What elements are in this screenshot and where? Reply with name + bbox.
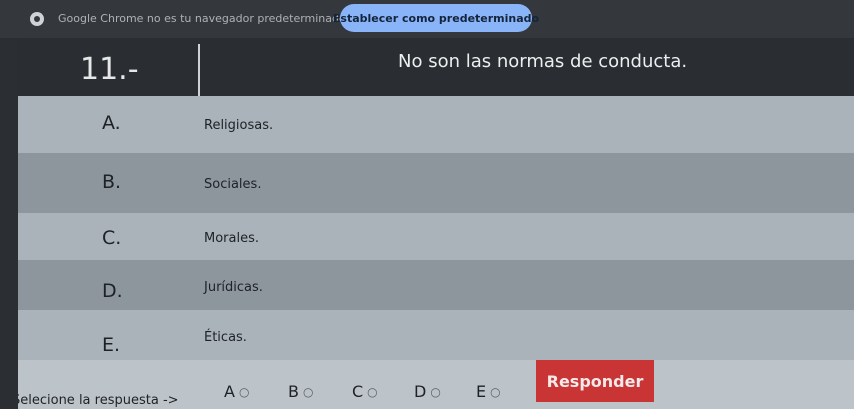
choice-d-radio[interactable]: D ○ — [414, 382, 441, 401]
radio-circle-icon: ○ — [367, 384, 378, 399]
option-letter: D. — [102, 280, 123, 302]
option-letter: B. — [102, 171, 122, 193]
radio-circle-icon: ○ — [302, 384, 314, 399]
radio-circle-icon: ○ — [238, 384, 250, 399]
answer-bar: Selecione la respuesta -> A ○ B ○ C ○ D ○ E ○… — [18, 360, 854, 409]
radio-circle-icon: ○ — [430, 384, 441, 399]
infobar-message: Google Chrome no es tu navegador predete… — [58, 12, 346, 25]
option-text: Morales. — [204, 231, 259, 246]
option-text: Jurídicas. — [204, 280, 263, 295]
header-divider — [198, 44, 200, 96]
default-browser-infobar: Google Chrome no es tu navegador predete… — [0, 0, 854, 38]
option-letter: E. — [102, 334, 121, 356]
choice-b-radio[interactable]: B ○ — [288, 382, 313, 401]
choice-c-radio[interactable]: C ○ — [352, 382, 378, 401]
question-text: No son las normas de conducta. — [398, 51, 688, 72]
option-letter: A. — [102, 112, 121, 134]
option-row-c[interactable]: C. Morales. — [18, 213, 854, 260]
option-text: Sociales. — [204, 177, 262, 192]
question-header: 11.- No son las normas de conducta. — [18, 38, 854, 96]
submit-answer-button[interactable]: Responder — [536, 360, 654, 402]
option-row-a[interactable]: A. Religiosas. — [18, 96, 854, 153]
option-row-b[interactable]: B. Sociales. — [18, 153, 854, 213]
option-text: Éticas. — [204, 330, 247, 345]
chrome-icon — [30, 12, 44, 26]
option-row-d[interactable]: D. Jurídicas. — [18, 260, 854, 310]
choice-e-radio[interactable]: E ○ — [476, 382, 501, 401]
option-row-e[interactable]: E. Éticas. — [18, 310, 854, 360]
option-text: Religiosas. — [204, 118, 274, 133]
set-default-browser-button[interactable]: Establecer como predeterminado — [333, 4, 539, 32]
quiz-screen: 11.- No son las normas de conducta. A. R… — [18, 38, 854, 409]
radio-circle-icon: ○ — [490, 384, 501, 399]
question-number: 11.- — [80, 52, 139, 87]
choice-a-radio[interactable]: A ○ — [224, 382, 249, 401]
answer-prompt: Selecione la respuesta -> — [18, 393, 179, 408]
option-letter: C. — [102, 227, 122, 249]
